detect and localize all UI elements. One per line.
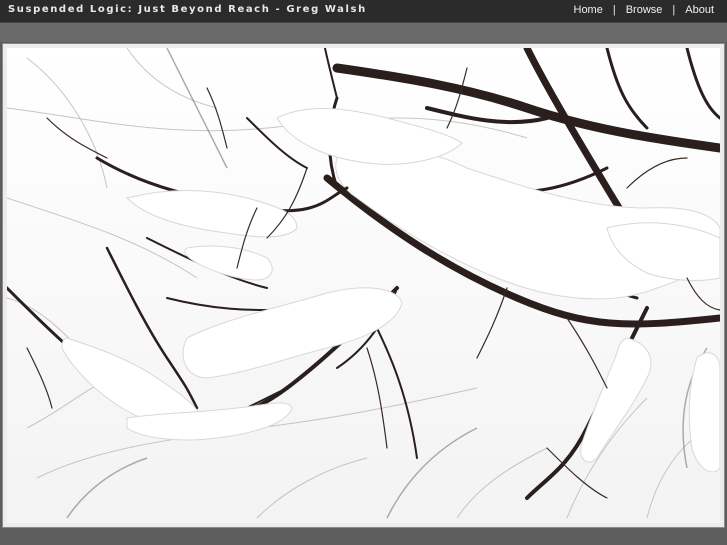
photo-illustration: [7, 48, 720, 523]
photo-frame: [2, 43, 725, 528]
nav-separator: |: [672, 4, 676, 16]
sub-bar: [0, 23, 727, 42]
nav-separator: |: [612, 4, 616, 16]
nav-about-link[interactable]: About: [685, 4, 714, 16]
site-title: Suspended Logic: Just Beyond Reach - Gre…: [8, 4, 367, 15]
footer-strip: [0, 530, 727, 545]
nav-menu: Home | Browse | About: [574, 4, 715, 16]
nav-home-link[interactable]: Home: [574, 4, 603, 16]
top-bar: Suspended Logic: Just Beyond Reach - Gre…: [0, 0, 727, 23]
nav-browse-link[interactable]: Browse: [626, 4, 663, 16]
main-photo[interactable]: [7, 48, 720, 523]
